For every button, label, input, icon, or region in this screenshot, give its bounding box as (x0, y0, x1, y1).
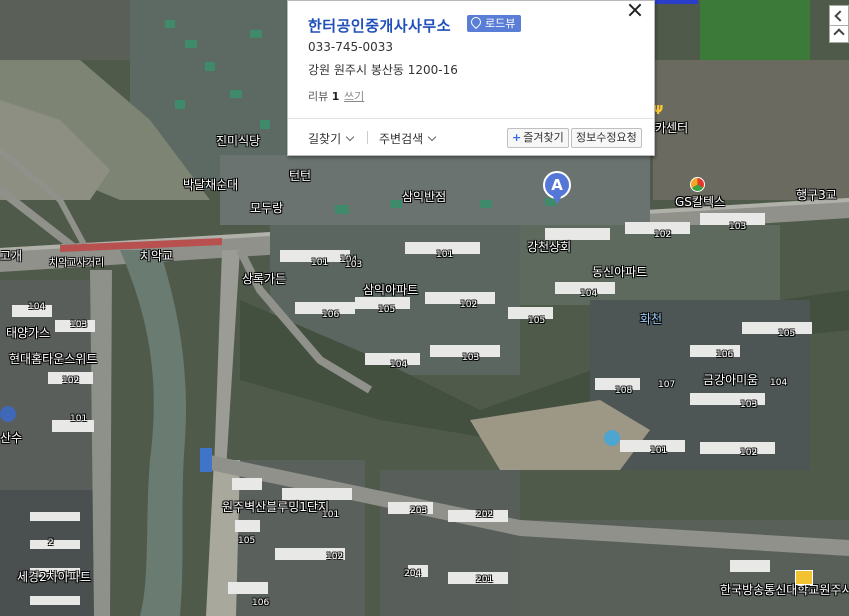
plus-icon: + (512, 131, 522, 144)
label-sangrok-garden[interactable]: 상록가든 (242, 272, 286, 286)
place-info-popup: 한터공인중개사사무소 로드뷰 033-745-0033 강원 원주시 봉산동 1… (287, 0, 655, 156)
bldg-num: 102 (740, 448, 758, 458)
label-segyeong-apt[interactable]: 세경2차아파트 (17, 570, 91, 584)
bldg-num: 101 (70, 414, 88, 424)
label-car-center[interactable]: 카센터 (655, 121, 688, 135)
nearby-label: 주변검색 (379, 132, 424, 146)
bldg-num: 102 (62, 376, 80, 386)
label-gangcheon[interactable]: 강천상회 (527, 240, 571, 254)
review-label: 리뷰 (308, 90, 329, 103)
bldg-num: 203 (410, 506, 428, 516)
edit-request-button[interactable]: 정보수정요청 (571, 128, 642, 148)
label-haenggu-bridge[interactable]: 행구3교 (796, 188, 837, 202)
nav-divider (367, 131, 368, 144)
directions-label: 길찾기 (308, 132, 342, 146)
roadview-button[interactable]: 로드뷰 (467, 14, 522, 32)
label-chiak-bridge[interactable]: 치악교 (140, 249, 173, 263)
marker-tip (552, 195, 562, 204)
label-gs-caltex[interactable]: GS칼텍스 (675, 195, 725, 209)
label-teonteo[interactable]: 턴턴 (289, 169, 311, 183)
close-icon[interactable] (627, 2, 643, 18)
bldg-num: 103 (462, 353, 480, 363)
bldg-num: 105 (528, 316, 546, 326)
favorite-button[interactable]: + 즐겨찾기 (507, 128, 569, 148)
place-address: 강원 원주시 봉산동 1200-16 (308, 63, 458, 77)
bldg-num: 103 (729, 222, 747, 232)
bldg-num: 108 (615, 386, 633, 396)
label-samik-apt[interactable]: 삼익아파트 (363, 283, 418, 297)
bldg-num: 101 (436, 250, 454, 260)
label-hyundai-hometown[interactable]: 현대홈타운스위트 (9, 352, 97, 366)
location-marker[interactable]: A (543, 171, 571, 205)
place-phone: 033-745-0033 (308, 40, 394, 54)
chevron-down-icon (345, 132, 355, 142)
bldg-num: 103 (740, 400, 758, 410)
label-jinmi[interactable]: 진미식당 (216, 134, 260, 148)
label-morang[interactable]: 모두랑 (250, 201, 283, 215)
label-gogae[interactable]: 고개 (0, 249, 22, 263)
bldg-num: 102 (326, 552, 344, 562)
favorite-label: 즐겨찾기 (523, 131, 564, 144)
bldg-num: 103 (70, 320, 88, 330)
label-geumgang-amium[interactable]: 금강아미움 (703, 373, 758, 387)
bldg-num: 202 (476, 510, 494, 520)
chevron-down-icon (427, 132, 437, 142)
bldg-num: 104 (28, 302, 46, 312)
roadview-pin-icon (468, 14, 484, 30)
label-bakdal[interactable]: 박달채순대 (183, 178, 238, 192)
place-title[interactable]: 한터공인중개사사무소 (308, 15, 451, 36)
directions-dropdown[interactable]: 길찾기 (308, 130, 355, 147)
label-sansu[interactable]: 산수 (0, 431, 22, 445)
bldg-num: 101 (650, 446, 668, 456)
bldg-num: 105 (778, 329, 796, 339)
bldg-num: 107 (658, 380, 676, 390)
review-count: 1 (331, 90, 340, 103)
bldg-num: 101 (322, 510, 340, 520)
popup-divider (288, 118, 654, 119)
bldg-num: 204 (404, 569, 422, 579)
bldg-num: 106 (716, 350, 734, 360)
label-taeyang-gas[interactable]: 태양가스 (6, 326, 50, 340)
bldg-num: 104 (390, 360, 408, 370)
bldg-num: 2 (48, 538, 54, 548)
bldg-num: 106 (252, 598, 270, 608)
label-hwacheon-stream[interactable]: 화천 (640, 312, 662, 326)
bldg-num: 101 (311, 258, 329, 268)
label-knou-wonju[interactable]: 한국방송통신대학교원주시 (720, 583, 849, 597)
bldg-num: 105 (378, 305, 396, 315)
label-chiak-intersection[interactable]: 치악교사거리 (49, 257, 104, 271)
gas-station-icon[interactable] (690, 177, 705, 192)
panel-expand-button[interactable] (829, 25, 849, 43)
bldg-num: 102 (460, 300, 478, 310)
school-icon[interactable] (795, 570, 813, 585)
bldg-num: 104 (770, 378, 788, 388)
bldg-num: 105 (238, 536, 256, 546)
panel-collapse-button[interactable] (829, 5, 849, 27)
bldg-num: 103 (345, 260, 363, 270)
review-summary[interactable]: 리뷰 1 (308, 88, 339, 104)
roadview-label: 로드뷰 (485, 17, 516, 30)
nearby-search-dropdown[interactable]: 주변검색 (379, 130, 437, 147)
write-review-link[interactable]: 쓰기 (344, 88, 364, 104)
bldg-num: 201 (476, 575, 494, 585)
edit-label: 정보수정요청 (576, 131, 637, 144)
bldg-num: 106 (322, 310, 340, 320)
label-samik-banjeom[interactable]: 삼익반점 (402, 190, 446, 204)
label-byeoksan-blooming[interactable]: 원주벽산블루밍1단지 (222, 500, 329, 514)
bldg-num: 104 (580, 289, 598, 299)
label-dongsin-apt[interactable]: 동신아파트 (592, 265, 647, 279)
bldg-num: 102 (654, 230, 672, 240)
